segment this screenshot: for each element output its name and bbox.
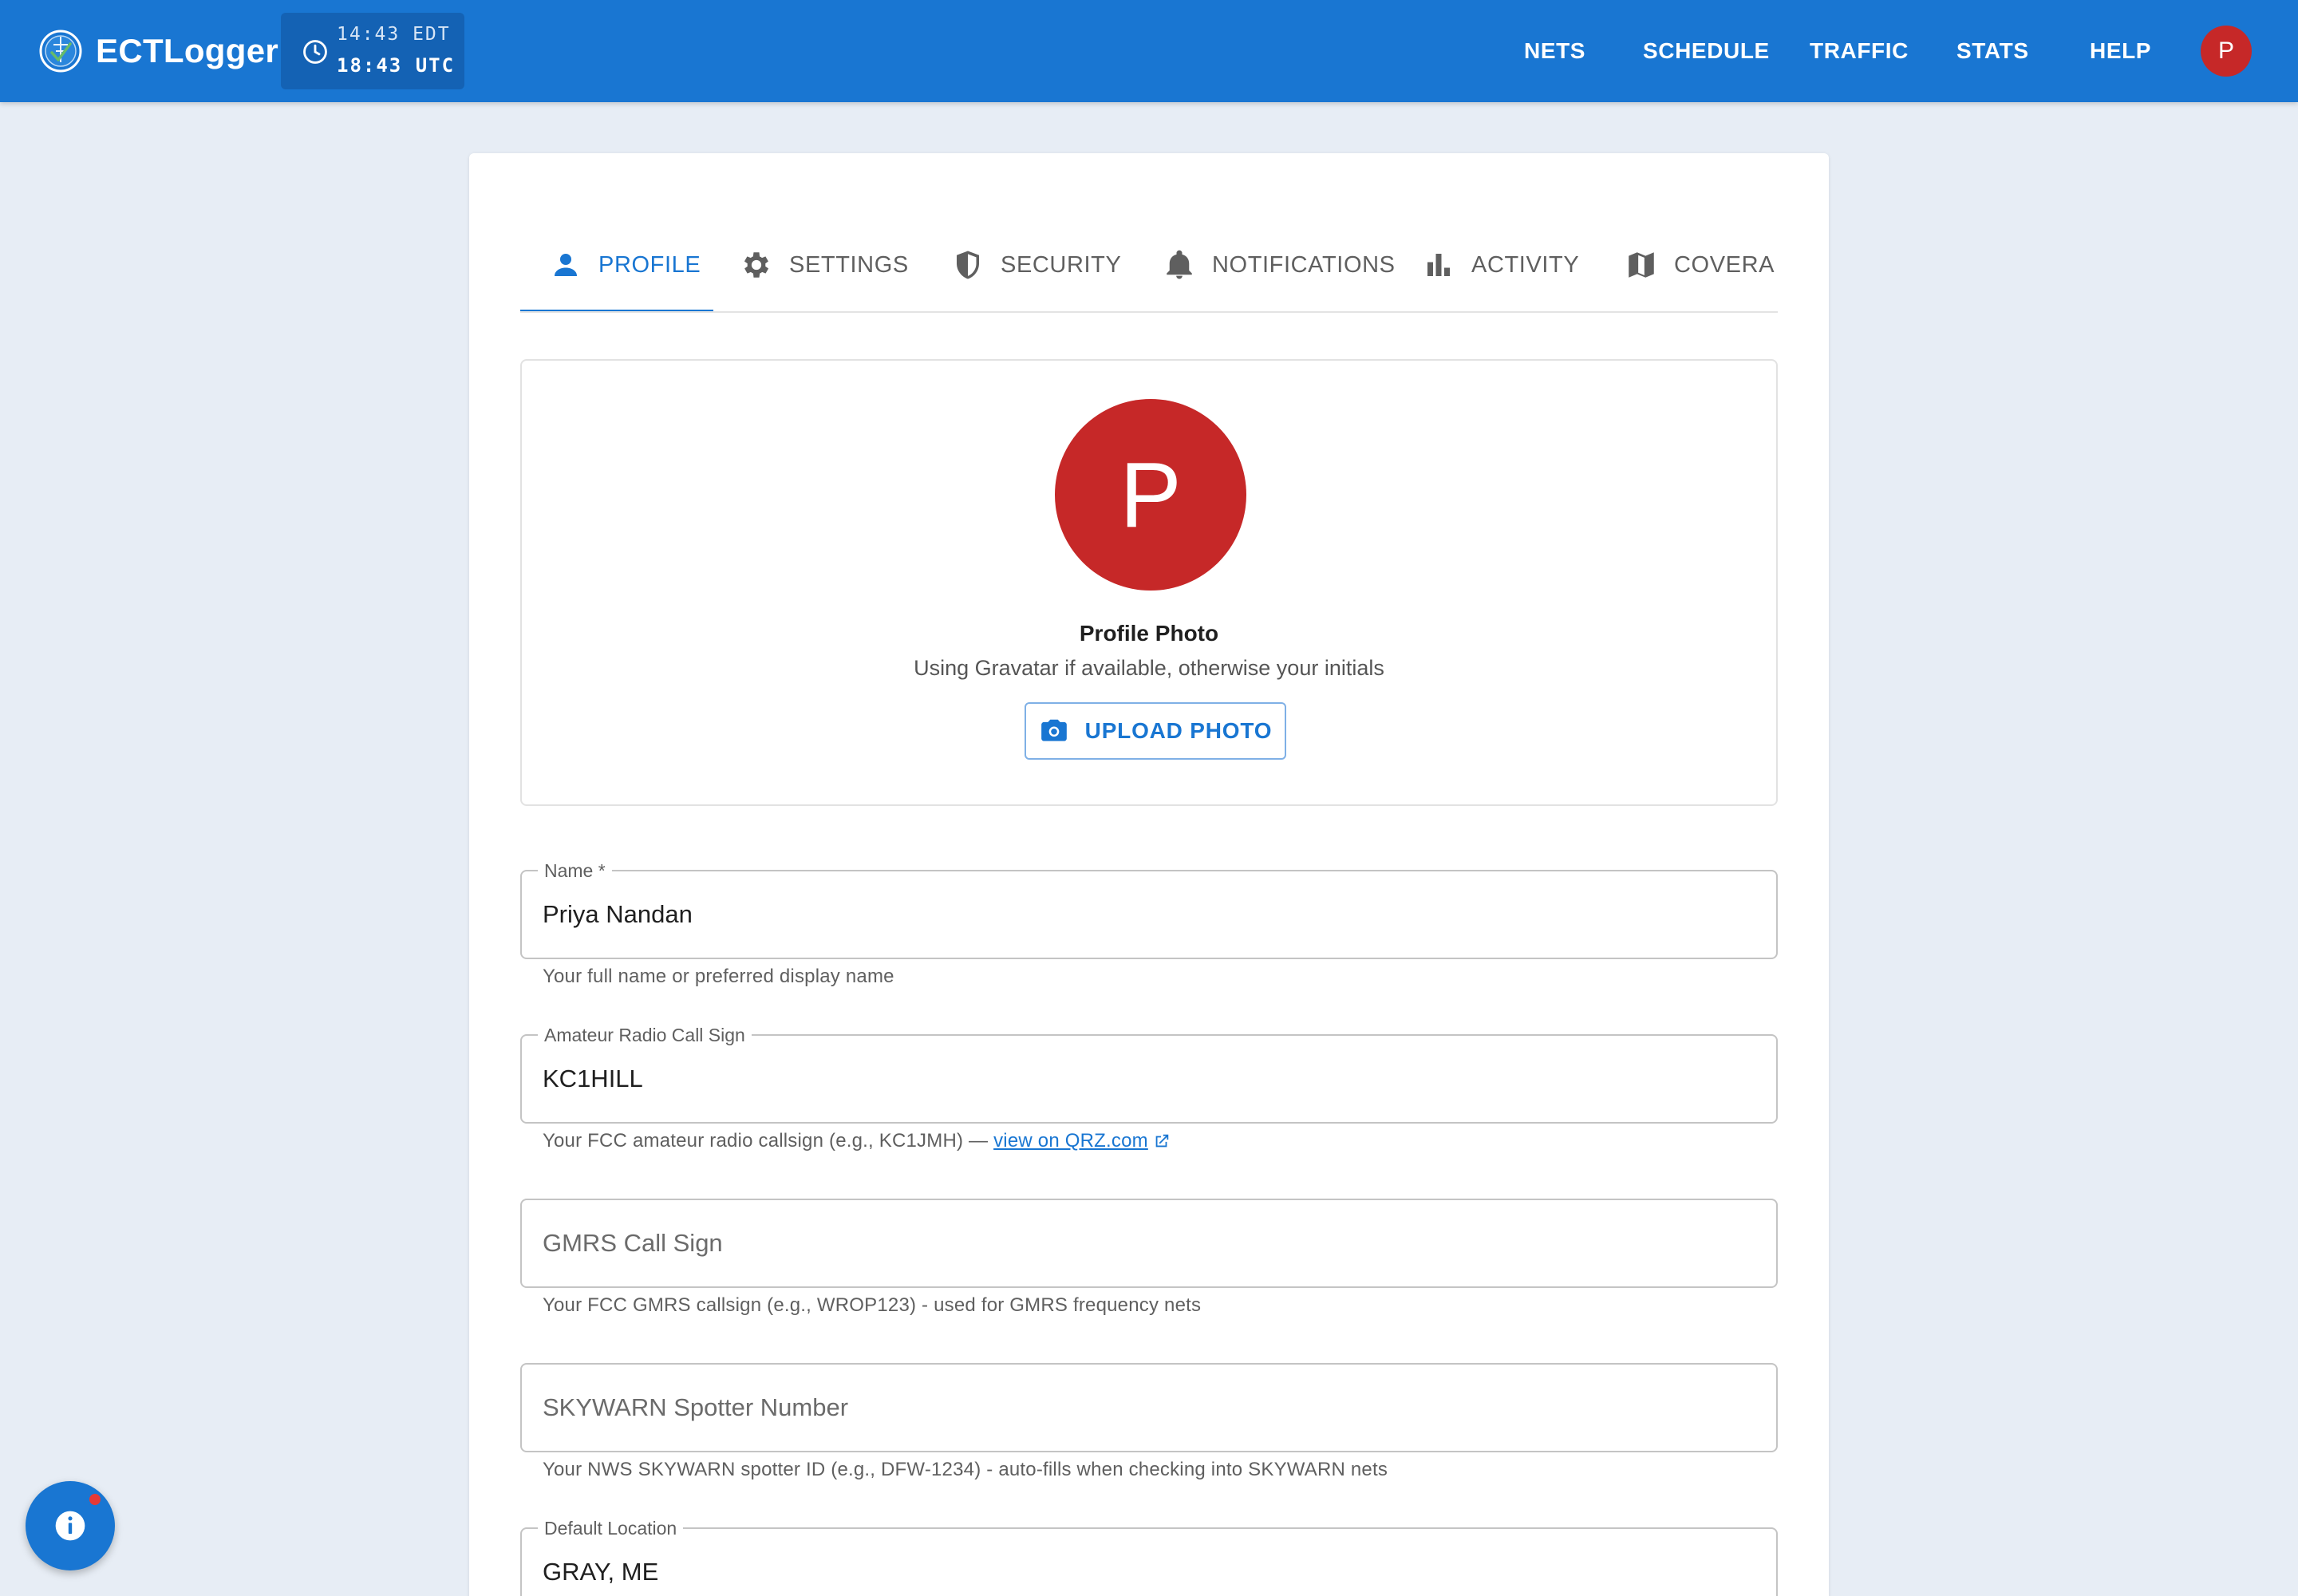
tab-label: PROFILE xyxy=(598,251,701,278)
upload-photo-button[interactable]: UPLOAD PHOTO xyxy=(1025,702,1286,760)
callsign-helper-text: Your FCC amateur radio callsign (e.g., K… xyxy=(543,1130,1171,1152)
nav-nets[interactable]: NETS xyxy=(1524,32,1585,70)
upload-photo-label: UPLOAD PHOTO xyxy=(1084,718,1273,743)
profile-avatar: P xyxy=(1055,399,1246,591)
app-title[interactable]: ECTLogger xyxy=(96,29,278,73)
camera-icon xyxy=(1040,719,1067,741)
profile-photo-subtitle: Using Gravatar if available, otherwise y… xyxy=(914,656,1384,680)
logo-icon[interactable] xyxy=(38,29,83,73)
shield-icon xyxy=(957,251,979,279)
skywarn-field[interactable]: SKYWARN Spotter Number xyxy=(520,1363,1778,1452)
callsign-field[interactable]: Amateur Radio Call Sign KC1HILL xyxy=(520,1025,1778,1124)
clock-icon xyxy=(303,40,327,64)
tab-bar: PROFILE SETTINGS SECURITY NOTIFICATIONS … xyxy=(520,217,1778,313)
qrz-link[interactable]: view on QRZ.com xyxy=(993,1130,1148,1152)
gmrs-field[interactable]: GMRS Call Sign xyxy=(520,1199,1778,1288)
bar-chart-icon xyxy=(1427,254,1450,276)
tab-label: SECURITY xyxy=(1001,251,1122,278)
location-input[interactable]: GRAY, ME xyxy=(543,1529,1739,1596)
profile-card: PROFILE SETTINGS SECURITY NOTIFICATIONS … xyxy=(469,153,1829,1596)
nav-schedule[interactable]: SCHEDULE xyxy=(1643,32,1770,70)
tab-label: NOTIFICATIONS xyxy=(1212,251,1396,278)
skywarn-input[interactable]: SKYWARN Spotter Number xyxy=(543,1365,848,1451)
tab-label: ACTIVITY xyxy=(1471,251,1580,278)
external-link-icon[interactable] xyxy=(1153,1132,1171,1150)
tab-notifications[interactable]: NOTIFICATIONS xyxy=(1163,217,1396,311)
info-fab-button[interactable] xyxy=(26,1481,115,1570)
clock-widget[interactable]: 14:43 EDT 18:43 UTC xyxy=(281,13,464,89)
nav-help[interactable]: HELP xyxy=(2090,32,2151,70)
nav-stats[interactable]: STATS xyxy=(1956,32,2029,70)
map-icon xyxy=(1629,252,1654,278)
clock-local-time: 14:43 EDT xyxy=(337,24,451,45)
tab-label: COVERA xyxy=(1674,251,1775,278)
tab-activity[interactable]: ACTIVITY xyxy=(1422,217,1580,311)
location-field[interactable]: Default Location GRAY, ME xyxy=(520,1518,1778,1596)
tab-label: SETTINGS xyxy=(789,251,909,278)
tab-indicator xyxy=(520,310,713,311)
person-icon xyxy=(555,254,577,276)
bell-icon xyxy=(1167,250,1192,279)
app-bar: ECTLogger 14:43 EDT 18:43 UTC NETS SCHED… xyxy=(0,0,2298,102)
name-input[interactable]: Priya Nandan xyxy=(543,871,1739,958)
callsign-helper-label: Your FCC amateur radio callsign (e.g., K… xyxy=(543,1130,994,1152)
profile-photo-panel: P Profile Photo Using Gravatar if availa… xyxy=(520,359,1778,806)
tab-profile[interactable]: PROFILE xyxy=(549,217,701,311)
tab-security[interactable]: SECURITY xyxy=(951,217,1122,311)
tab-settings[interactable]: SETTINGS xyxy=(740,217,909,311)
clock-utc-time: 18:43 UTC xyxy=(337,54,456,77)
name-helper-text: Your full name or preferred display name xyxy=(543,966,894,987)
skywarn-helper-text: Your NWS SKYWARN spotter ID (e.g., DFW-1… xyxy=(543,1459,1388,1480)
user-avatar[interactable]: P xyxy=(2201,26,2252,77)
info-icon xyxy=(55,1511,85,1541)
callsign-input[interactable]: KC1HILL xyxy=(543,1036,1739,1122)
tab-coverage[interactable]: COVERA xyxy=(1625,217,1775,311)
name-field[interactable]: Name * Priya Nandan xyxy=(520,860,1778,959)
gmrs-helper-text: Your FCC GMRS callsign (e.g., WROP123) -… xyxy=(543,1294,1202,1316)
gear-icon xyxy=(744,252,769,278)
gmrs-input[interactable]: GMRS Call Sign xyxy=(543,1200,723,1286)
nav-traffic[interactable]: TRAFFIC xyxy=(1810,32,1909,70)
profile-photo-title: Profile Photo xyxy=(1079,621,1219,646)
notification-dot xyxy=(88,1492,102,1507)
